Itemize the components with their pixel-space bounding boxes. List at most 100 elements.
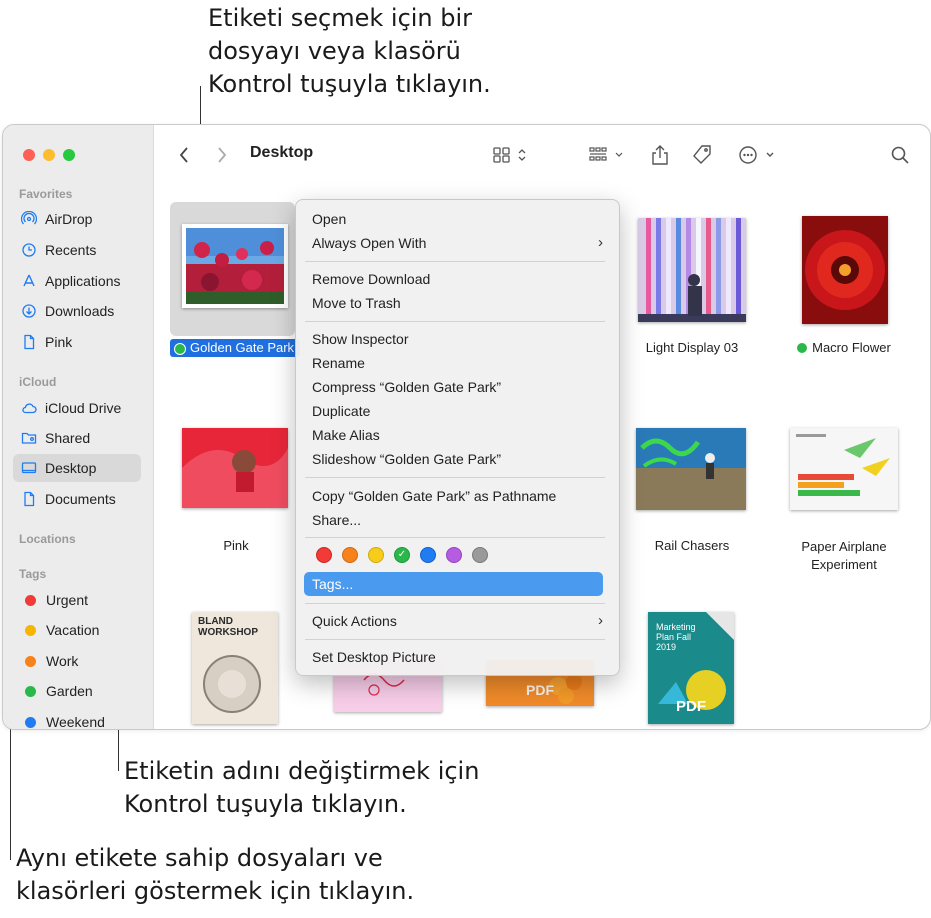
menu-item-remove-download[interactable]: Remove Download <box>312 271 430 287</box>
sidebar-tag-garden[interactable]: Garden <box>13 677 141 705</box>
sidebar-item-shared[interactable]: Shared <box>13 424 141 452</box>
file-name: Paper Airplane Experiment <box>801 539 887 572</box>
menu-separator <box>305 321 605 322</box>
sidebar-item-label: Garden <box>46 683 93 699</box>
airdrop-icon <box>21 211 37 227</box>
grid-view-icon <box>493 147 526 163</box>
file-bland-workshop[interactable]: BLAND WORKSHOP <box>192 612 282 726</box>
tag-color-dot <box>797 343 808 353</box>
file-golden-gate-park[interactable]: Golden Gate Park <box>170 202 300 358</box>
share-icon <box>652 145 668 165</box>
tags-button[interactable] <box>690 143 714 167</box>
sidebar-item-label: Urgent <box>46 592 89 608</box>
menu-separator <box>305 639 605 640</box>
sidebar-item-desktop[interactable]: Desktop <box>13 454 141 482</box>
tag-color-dot <box>25 594 36 606</box>
file-macro-flower[interactable]: Macro Flower <box>790 210 914 360</box>
chevron-right-icon <box>218 147 227 163</box>
tag-swatch-red[interactable] <box>316 547 332 563</box>
download-icon <box>21 303 37 319</box>
sidebar-item-icloud-drive[interactable]: iCloud Drive <box>13 394 141 422</box>
callout-line: Etiketin adını değiştirmek için <box>124 757 480 785</box>
tag-swatch-purple[interactable] <box>446 547 462 563</box>
share-button[interactable] <box>648 143 672 167</box>
paper-airplane-thumbnail <box>790 428 898 510</box>
light-display-thumbnail <box>638 218 746 322</box>
group-button[interactable] <box>586 143 630 167</box>
window-title: Desktop <box>250 144 314 161</box>
chevron-left-icon <box>179 147 188 163</box>
desktop-icon <box>21 460 37 476</box>
file-name: Light Display 03 <box>645 340 739 355</box>
back-button[interactable] <box>174 143 194 167</box>
menu-item-slideshow[interactable]: Slideshow “Golden Gate Park” <box>312 451 501 467</box>
sidebar-tag-weekend[interactable]: Weekend <box>13 708 141 729</box>
sidebar-item-label: Pink <box>45 334 73 350</box>
callout-line: Etiketi seçmek için bir <box>208 4 473 32</box>
menu-item-open[interactable]: Open <box>312 211 346 227</box>
tag-swatch-green[interactable]: ✓ <box>394 547 410 563</box>
ellipsis-circle-icon <box>739 146 774 164</box>
view-mode-button[interactable] <box>490 143 532 167</box>
sidebar-tag-vacation[interactable]: Vacation <box>13 616 141 644</box>
pdf-badge: PDF <box>676 698 706 715</box>
chevron-right-icon: › <box>598 234 603 251</box>
menu-item-quick-actions[interactable]: Quick Actions <box>312 613 397 629</box>
callout-line: dosyayı veya klasörü <box>208 37 461 65</box>
shared-folder-icon <box>21 430 37 446</box>
tag-swatch-blue[interactable] <box>420 547 436 563</box>
more-actions-button[interactable] <box>736 143 780 167</box>
sidebar-item-label: Desktop <box>45 460 97 476</box>
menu-item-move-to-trash[interactable]: Move to Trash <box>312 295 401 311</box>
filename-selected: Golden Gate Park <box>170 339 300 357</box>
menu-item-set-desktop-picture[interactable]: Set Desktop Picture <box>312 649 436 665</box>
sidebar-item-applications[interactable]: Applications <box>13 267 141 295</box>
search-button[interactable] <box>888 143 912 167</box>
callout-select-tag: Etiketi seçmek için bir dosyayı veya kla… <box>208 2 491 101</box>
file-name: Golden Gate Park <box>190 340 295 355</box>
sidebar-item-recents[interactable]: Recents <box>13 236 141 264</box>
zoom-window-button[interactable] <box>63 149 75 161</box>
group-icon <box>589 147 623 161</box>
tag-swatch-orange[interactable] <box>342 547 358 563</box>
menu-item-show-inspector[interactable]: Show Inspector <box>312 331 409 347</box>
chevron-right-icon: › <box>598 612 603 629</box>
sidebar-item-label: Vacation <box>46 622 100 638</box>
menu-item-rename[interactable]: Rename <box>312 355 365 371</box>
menu-item-compress[interactable]: Compress “Golden Gate Park” <box>312 379 501 395</box>
pdf-badge: PDF <box>526 682 554 698</box>
sidebar-item-airdrop[interactable]: AirDrop <box>13 205 141 233</box>
callout-line: klasörleri göstermek için tıklayın. <box>16 877 415 905</box>
golden-gate-thumbnail <box>182 224 288 308</box>
menu-item-always-open-with[interactable]: Always Open With <box>312 235 426 251</box>
callout-line: Kontrol tuşuyla tıklayın. <box>208 70 491 98</box>
sidebar-item-downloads[interactable]: Downloads <box>13 297 141 325</box>
file-light-display-03[interactable]: Light Display 03 <box>630 210 754 360</box>
applications-icon <box>21 273 37 289</box>
file-pink[interactable]: Pink <box>176 420 300 570</box>
menu-item-duplicate[interactable]: Duplicate <box>312 403 370 419</box>
file-rail-chasers[interactable]: Rail Chasers <box>632 420 756 570</box>
file-name: Pink <box>223 538 249 553</box>
sidebar-item-documents[interactable]: Documents <box>13 485 141 513</box>
file-paper-airplane-experiment[interactable]: Paper Airplane Experiment <box>782 420 906 590</box>
menu-separator <box>305 261 605 262</box>
minimize-window-button[interactable] <box>43 149 55 161</box>
menu-item-make-alias[interactable]: Make Alias <box>312 427 380 443</box>
tag-swatch-yellow[interactable] <box>368 547 384 563</box>
forward-button[interactable] <box>212 143 232 167</box>
menu-item-tags[interactable]: Tags... <box>304 572 603 596</box>
menu-item-share[interactable]: Share... <box>312 512 361 528</box>
menu-item-copy-pathname[interactable]: Copy “Golden Gate Park” as Pathname <box>312 488 556 504</box>
toolbar: Desktop <box>154 125 930 183</box>
close-window-button[interactable] <box>23 149 35 161</box>
bland-workshop-thumbnail: BLAND WORKSHOP <box>192 612 278 724</box>
tag-swatch-gray[interactable] <box>472 547 488 563</box>
sidebar-item-pink[interactable]: Pink <box>13 328 141 356</box>
sidebar-tag-work[interactable]: Work <box>13 647 141 675</box>
tag-icon <box>693 145 711 164</box>
file-marketing-plan[interactable]: Marketing Plan Fall 2019 PDF <box>648 612 738 726</box>
callout-rename-tag: Etiketin adını değiştirmek için Kontrol … <box>124 755 479 821</box>
tag-color-dot <box>25 624 36 636</box>
sidebar-tag-urgent[interactable]: Urgent <box>13 586 141 614</box>
